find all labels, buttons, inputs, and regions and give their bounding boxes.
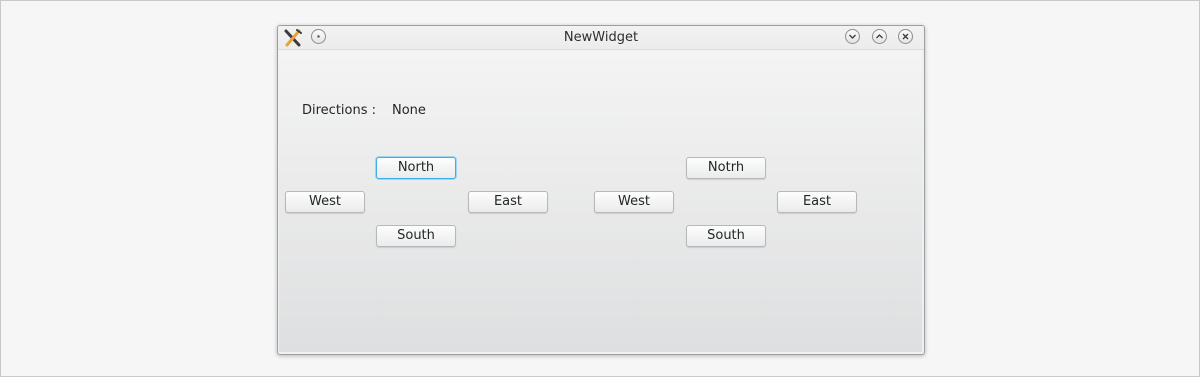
app-window: NewWidget Directions : None North West E… (277, 25, 925, 355)
maximize-button[interactable] (872, 29, 887, 44)
close-button[interactable] (898, 29, 913, 44)
title-bar[interactable]: NewWidget (278, 26, 924, 50)
east-button-left[interactable]: East (468, 191, 548, 213)
minimize-button[interactable] (845, 29, 860, 44)
chevron-up-icon (876, 34, 883, 39)
window-title: NewWidget (563, 30, 639, 45)
east-button-right[interactable]: East (777, 191, 857, 213)
close-icon (902, 33, 909, 40)
south-button-left[interactable]: South (376, 225, 456, 247)
west-button-right[interactable]: West (594, 191, 674, 213)
directions-label: Directions : (302, 103, 377, 118)
directions-value: None (392, 103, 426, 118)
north-button-left[interactable]: North (376, 157, 456, 179)
chevron-down-icon (849, 34, 856, 39)
west-button-left[interactable]: West (285, 191, 365, 213)
window-content: Directions : None North West East South … (279, 50, 922, 352)
desktop: NewWidget Directions : None North West E… (0, 0, 1200, 377)
south-button-right[interactable]: South (686, 225, 766, 247)
north-button-right[interactable]: Notrh (686, 157, 766, 179)
